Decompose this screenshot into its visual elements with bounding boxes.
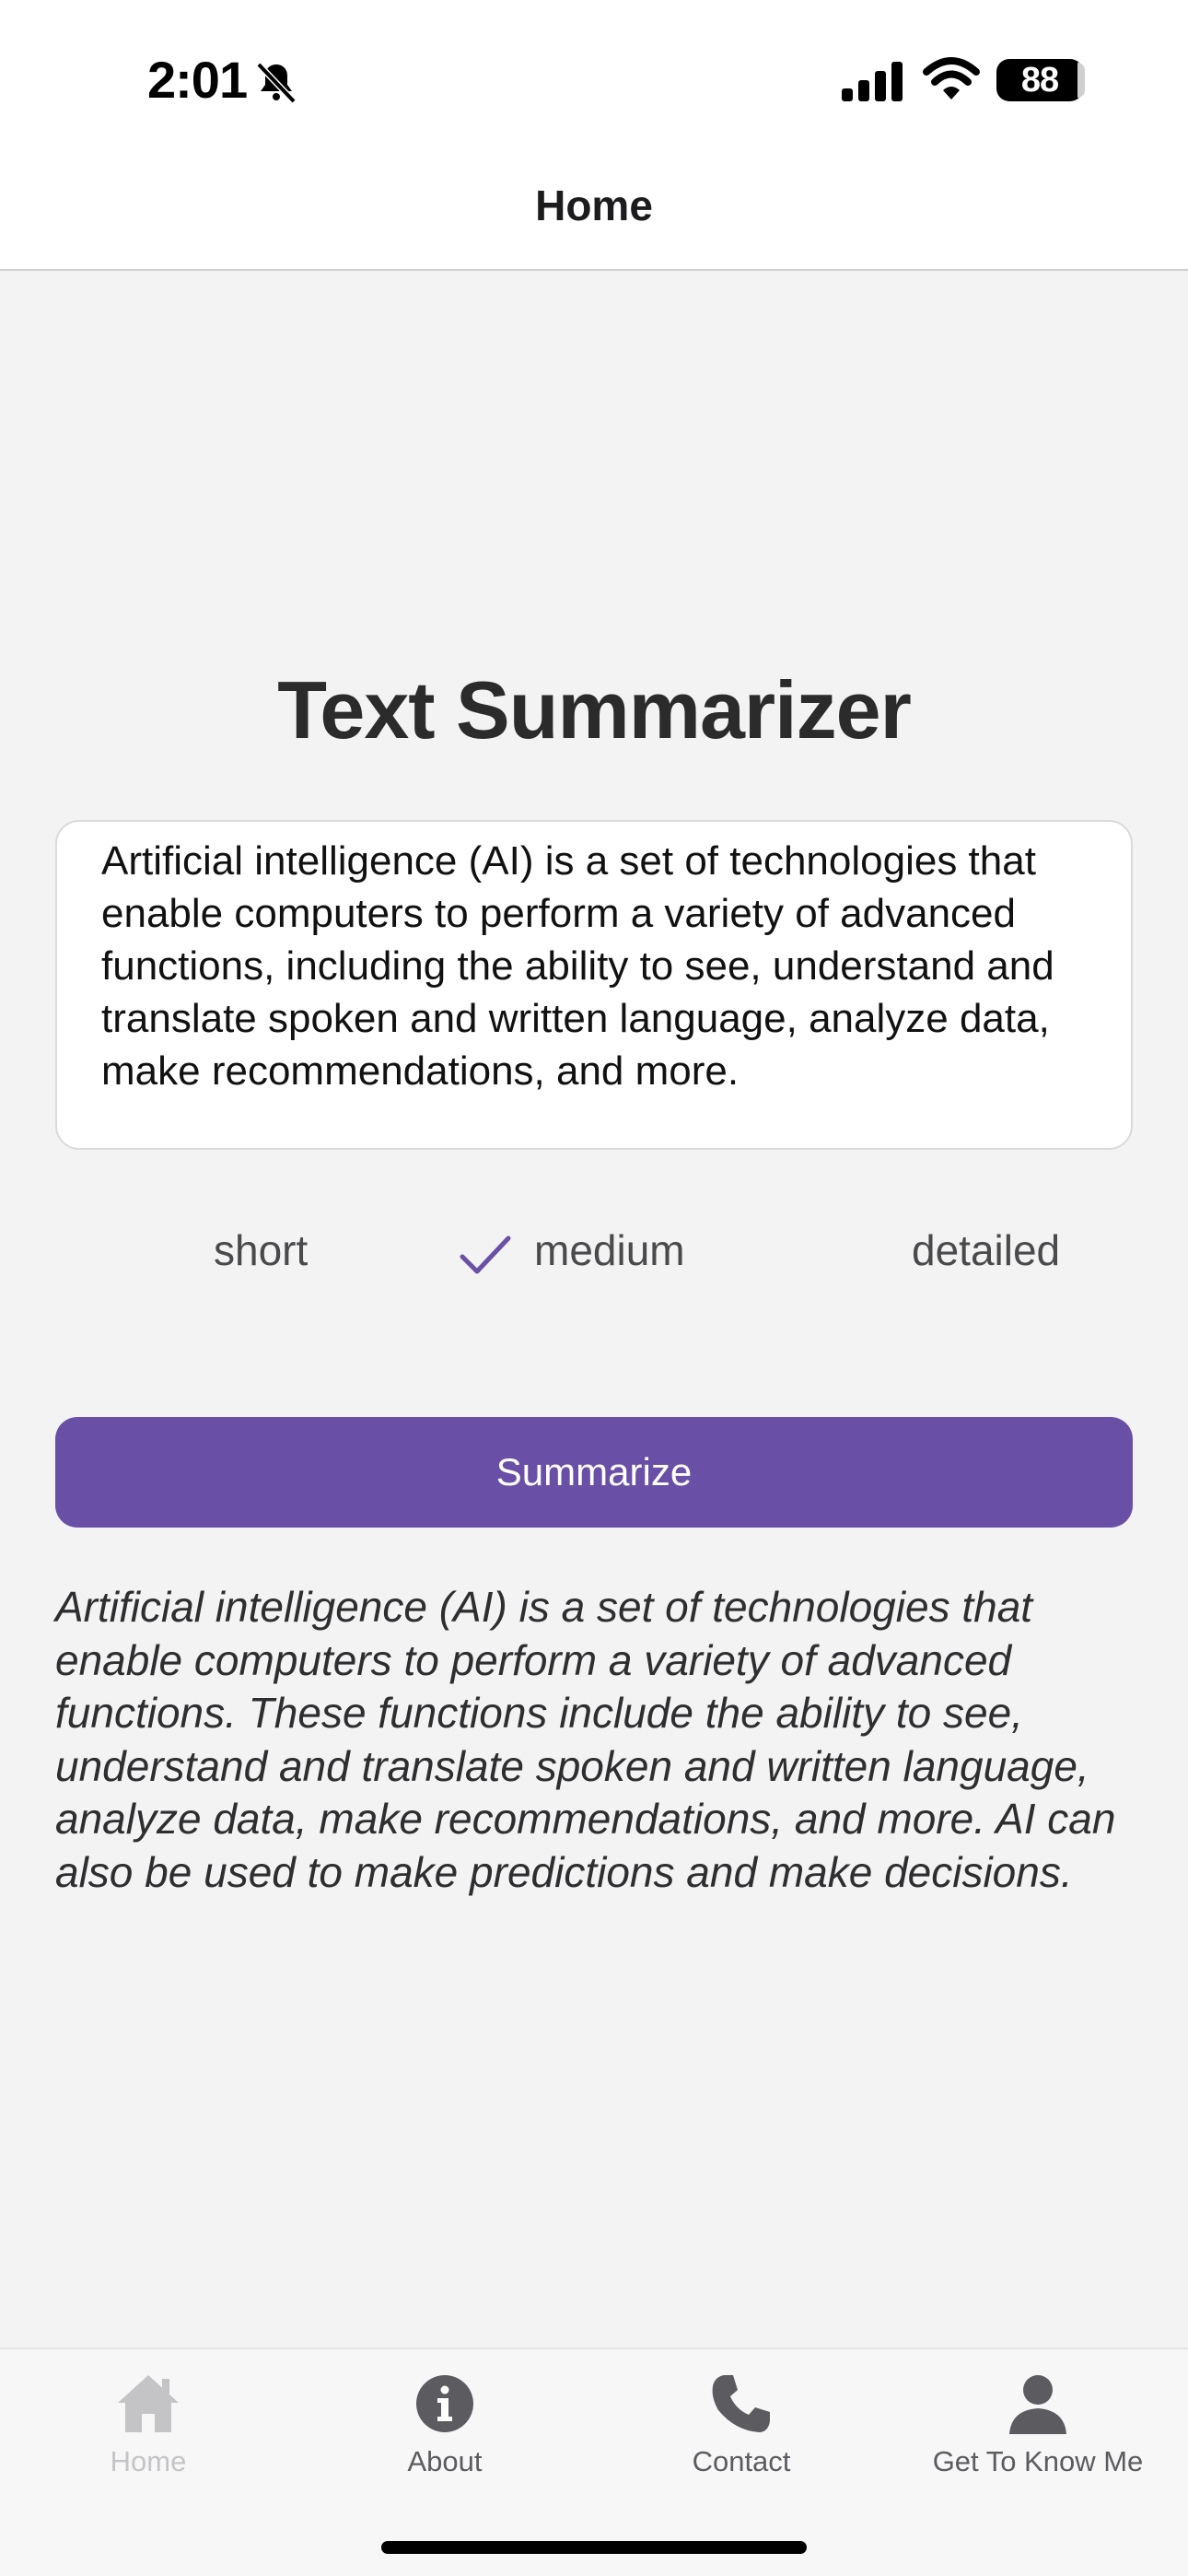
summarize-button[interactable]: Summarize [55, 1417, 1133, 1528]
tab-get-to-know-me[interactable]: Get To Know Me [890, 2349, 1186, 2497]
info-icon [416, 2375, 473, 2432]
tab-contact[interactable]: Contact [593, 2349, 890, 2497]
battery-cap [1077, 63, 1085, 98]
tab-label-home: Home [110, 2445, 187, 2477]
length-options: short medium detailed [0, 1225, 1188, 1290]
tab-label-contact: Contact [692, 2445, 791, 2477]
status-bar: 2:01 88 [0, 0, 1188, 157]
text-input[interactable]: Artificial intelligence (AI) is a set of… [55, 820, 1133, 1150]
home-icon [118, 2375, 179, 2432]
battery-level: 88 [1020, 60, 1059, 100]
option-detailed[interactable]: detailed [912, 1225, 1060, 1275]
person-icon [1009, 2375, 1066, 2434]
summary-output: Artificial intelligence (AI) is a set of… [55, 1583, 1116, 1896]
battery-indicator: 88 [996, 59, 1083, 101]
tab-about[interactable]: About [297, 2349, 593, 2497]
phone-icon [712, 2375, 770, 2432]
cellular-signal-icon [842, 62, 903, 101]
wifi-icon [923, 57, 980, 100]
tab-home[interactable]: Home [0, 2349, 297, 2497]
status-time: 2:01 [147, 51, 248, 109]
bell-slash-icon [256, 62, 297, 104]
tab-label-get-to-know-me: Get To Know Me [932, 2445, 1144, 2477]
page-title: Text Summarizer [277, 664, 912, 755]
tab-label-about: About [407, 2445, 483, 2477]
checkmark-icon [460, 1235, 511, 1274]
nav-header: Home [0, 157, 1188, 271]
option-medium[interactable]: medium [534, 1225, 685, 1275]
home-indicator[interactable] [381, 2541, 807, 2554]
nav-title: Home [535, 181, 653, 229]
option-short[interactable]: short [214, 1225, 308, 1275]
